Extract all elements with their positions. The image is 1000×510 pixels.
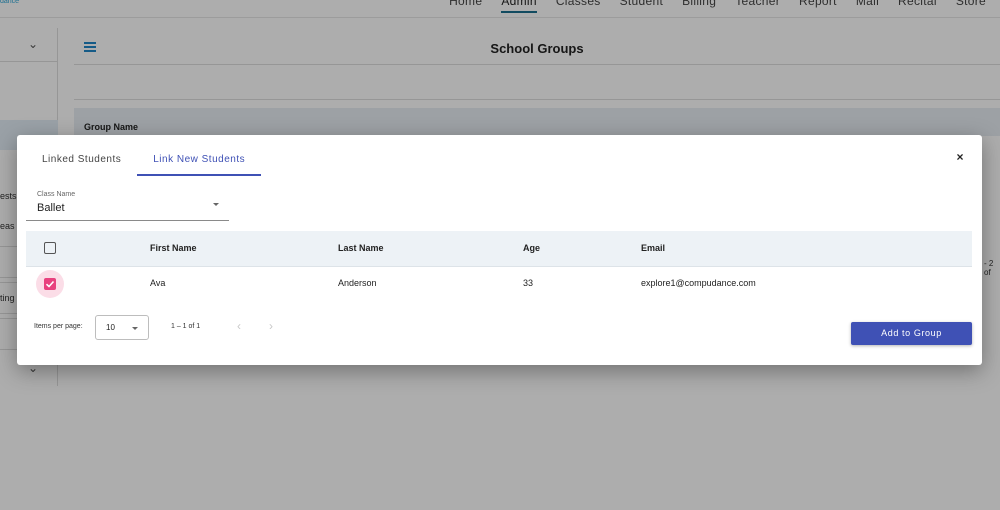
page-size-value[interactable]: 10 — [106, 323, 115, 332]
add-to-group-button[interactable]: Add to Group — [851, 322, 972, 345]
paginator: Items per page: 10 1 – 1 of 1 ‹ › — [17, 315, 517, 343]
link-students-dialog: Linked Students Link New Students × Clas… — [17, 135, 982, 365]
dropdown-arrow-icon[interactable] — [213, 203, 219, 206]
table-row[interactable]: Ava Anderson 33 explore1@compudance.com — [26, 267, 972, 301]
cell-email: explore1@compudance.com — [641, 278, 756, 288]
class-name-select[interactable]: Class Name Ballet — [26, 189, 229, 221]
previous-page-icon[interactable]: ‹ — [237, 319, 241, 333]
dialog-tabs: Linked Students Link New Students — [26, 147, 262, 176]
tab-linked-students[interactable]: Linked Students — [26, 147, 137, 176]
column-header-email[interactable]: Email — [641, 243, 665, 253]
check-icon — [44, 278, 56, 290]
page-size-select[interactable]: 10 — [95, 315, 149, 340]
column-header-age[interactable]: Age — [523, 243, 540, 253]
close-icon[interactable]: × — [952, 149, 968, 165]
cell-first-name: Ava — [150, 278, 166, 288]
cell-age: 33 — [523, 278, 534, 288]
row-checkbox[interactable] — [36, 270, 64, 298]
class-name-value[interactable]: Ballet — [37, 202, 65, 214]
tab-link-new-students[interactable]: Link New Students — [137, 147, 262, 176]
column-header-last-name[interactable]: Last Name — [338, 243, 384, 253]
page-range-label: 1 – 1 of 1 — [171, 323, 201, 330]
column-header-first-name[interactable]: First Name — [150, 243, 197, 253]
items-per-page-label: Items per page: — [34, 323, 83, 330]
next-page-icon[interactable]: › — [269, 319, 273, 333]
class-name-label: Class Name — [37, 191, 76, 198]
dropdown-arrow-icon[interactable] — [132, 327, 138, 330]
students-table-header: First Name Last Name Age Email — [26, 231, 972, 267]
cell-last-name: Anderson — [338, 278, 377, 288]
select-all-checkbox[interactable] — [44, 242, 56, 254]
